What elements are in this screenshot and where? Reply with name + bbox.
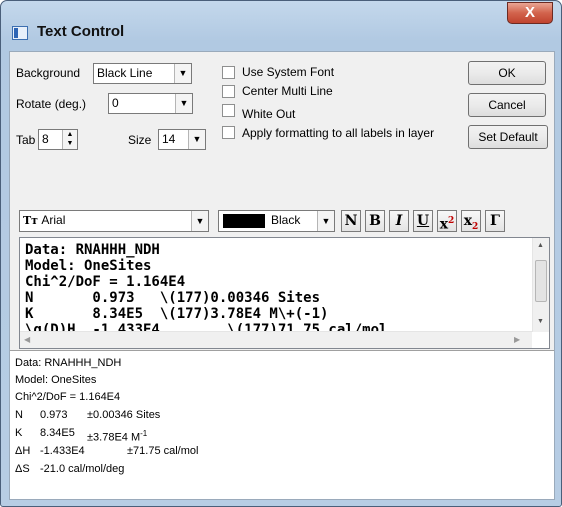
- normal-format-button[interactable]: N: [341, 210, 361, 232]
- cancel-button[interactable]: Cancel: [468, 93, 546, 117]
- set-default-button[interactable]: Set Default: [468, 125, 548, 149]
- rotate-value: 0: [112, 96, 119, 110]
- label-preview: Data: RNAHHH_NDH Model: OneSites Chi^2/D…: [10, 350, 554, 499]
- color-swatch: [223, 214, 265, 228]
- center-multi-line-checkbox[interactable]: [222, 85, 235, 98]
- tab-value: 8: [42, 132, 49, 146]
- preview-line-data: Data: RNAHHH_NDH: [15, 357, 122, 369]
- superscript-mark: 2: [448, 216, 455, 226]
- preview-row-value: -1.433E4: [40, 445, 85, 457]
- preview-row-value: -21.0 cal/mol/deg: [40, 463, 125, 475]
- bold-format-button[interactable]: B: [365, 210, 385, 232]
- editor-text[interactable]: Data: RNAHHH_NDH Model: OneSites Chi^2/D…: [25, 242, 525, 338]
- tab-label: Tab: [16, 133, 36, 147]
- superscript-base: x: [439, 216, 449, 233]
- scrollbar-thumb[interactable]: [535, 260, 547, 302]
- font-value: Arial: [41, 213, 66, 227]
- preview-row-name: ΔS: [15, 463, 30, 475]
- preview-row-error: ±0.00346 Sites: [87, 409, 161, 421]
- size-dropdown[interactable]: 14 ▼: [158, 129, 206, 150]
- apply-formatting-label: Apply formatting to all labels in layer: [242, 126, 435, 140]
- scroll-right-icon[interactable]: ▶: [514, 335, 520, 344]
- color-dropdown[interactable]: Black ▼: [218, 210, 335, 232]
- close-button[interactable]: X: [507, 2, 553, 24]
- horizontal-scrollbar[interactable]: ◀ ▶: [20, 331, 532, 348]
- background-value: Black Line: [97, 66, 153, 80]
- chevron-down-icon: ▼: [174, 64, 191, 83]
- scroll-up-icon[interactable]: ▲: [537, 242, 544, 249]
- preview-row-error-text: ±3.78E4 M: [87, 431, 141, 444]
- text-control-window: Text Control X Background Black Line ▼ R…: [0, 0, 562, 507]
- window-app-icon: [12, 26, 28, 40]
- white-out-checkbox[interactable]: [222, 104, 235, 117]
- greek-format-button[interactable]: Γ: [485, 210, 505, 232]
- subscript-base: x: [463, 213, 473, 229]
- superscript-format-button[interactable]: x2: [437, 210, 457, 233]
- subscript-format-button[interactable]: x2: [461, 210, 481, 232]
- preview-row: ΔS -21.0 cal/mol/deg: [15, 461, 545, 478]
- preview-row-value: 8.34E5: [40, 427, 75, 439]
- preview-row: K 8.34E5 ±3.78E4 M-1: [15, 425, 545, 444]
- preview-row-value: 0.973: [40, 409, 68, 421]
- scroll-down-icon[interactable]: ▼: [537, 318, 544, 325]
- underline-format-button[interactable]: U: [413, 210, 433, 232]
- size-value: 14: [162, 132, 176, 146]
- truetype-font-icon: Tт: [23, 214, 39, 227]
- chevron-down-icon: ▼: [191, 211, 208, 231]
- window-title: Text Control: [37, 23, 125, 40]
- ok-button[interactable]: OK: [468, 61, 546, 85]
- vertical-scrollbar[interactable]: ▲ ▼: [532, 238, 549, 332]
- preview-line-model: Model: OneSites: [15, 374, 97, 386]
- rotate-label: Rotate (deg.): [16, 97, 87, 111]
- rotate-dropdown[interactable]: 0 ▼: [108, 93, 193, 114]
- background-label: Background: [16, 66, 81, 80]
- white-out-label: White Out: [242, 107, 296, 121]
- subscript-mark: 2: [472, 221, 479, 232]
- apply-formatting-checkbox[interactable]: [222, 126, 235, 139]
- preview-row-name: ΔH: [15, 445, 31, 457]
- preview-row-error: ±71.75 cal/mol: [127, 445, 199, 457]
- preview-row: ΔH -1.433E4 ±71.75 cal/mol: [15, 443, 545, 460]
- spinner-arrows-icon[interactable]: ▲ ▼: [62, 130, 77, 149]
- title-bar[interactable]: Text Control X: [1, 1, 561, 45]
- use-system-font-label: Use System Font: [242, 65, 335, 79]
- chevron-down-icon: ▼: [175, 94, 192, 113]
- tab-stepper[interactable]: 8 ▲ ▼: [38, 129, 78, 150]
- color-value: Black: [271, 213, 301, 227]
- preview-row-name: K: [15, 427, 23, 439]
- preview-row-name: N: [15, 409, 23, 421]
- size-label: Size: [128, 133, 152, 147]
- font-dropdown[interactable]: Tт Arial ▼: [19, 210, 209, 232]
- preview-row: N 0.973 ±0.00346 Sites: [15, 407, 545, 424]
- background-dropdown[interactable]: Black Line ▼: [93, 63, 192, 84]
- scroll-left-icon[interactable]: ◀: [24, 335, 30, 344]
- italic-format-button[interactable]: I: [389, 210, 409, 232]
- preview-row-superscript: -1: [140, 429, 148, 438]
- label-text-editor[interactable]: Data: RNAHHH_NDH Model: OneSites Chi^2/D…: [19, 237, 550, 349]
- dialog-body: Background Black Line ▼ Rotate (deg.) 0 …: [9, 51, 555, 500]
- chevron-down-icon: ▼: [317, 211, 334, 231]
- use-system-font-checkbox[interactable]: [222, 66, 235, 79]
- chevron-down-icon: ▼: [188, 130, 205, 149]
- center-multi-line-label: Center Multi Line: [242, 84, 333, 98]
- preview-line-chi: Chi^2/DoF = 1.164E4: [15, 391, 121, 403]
